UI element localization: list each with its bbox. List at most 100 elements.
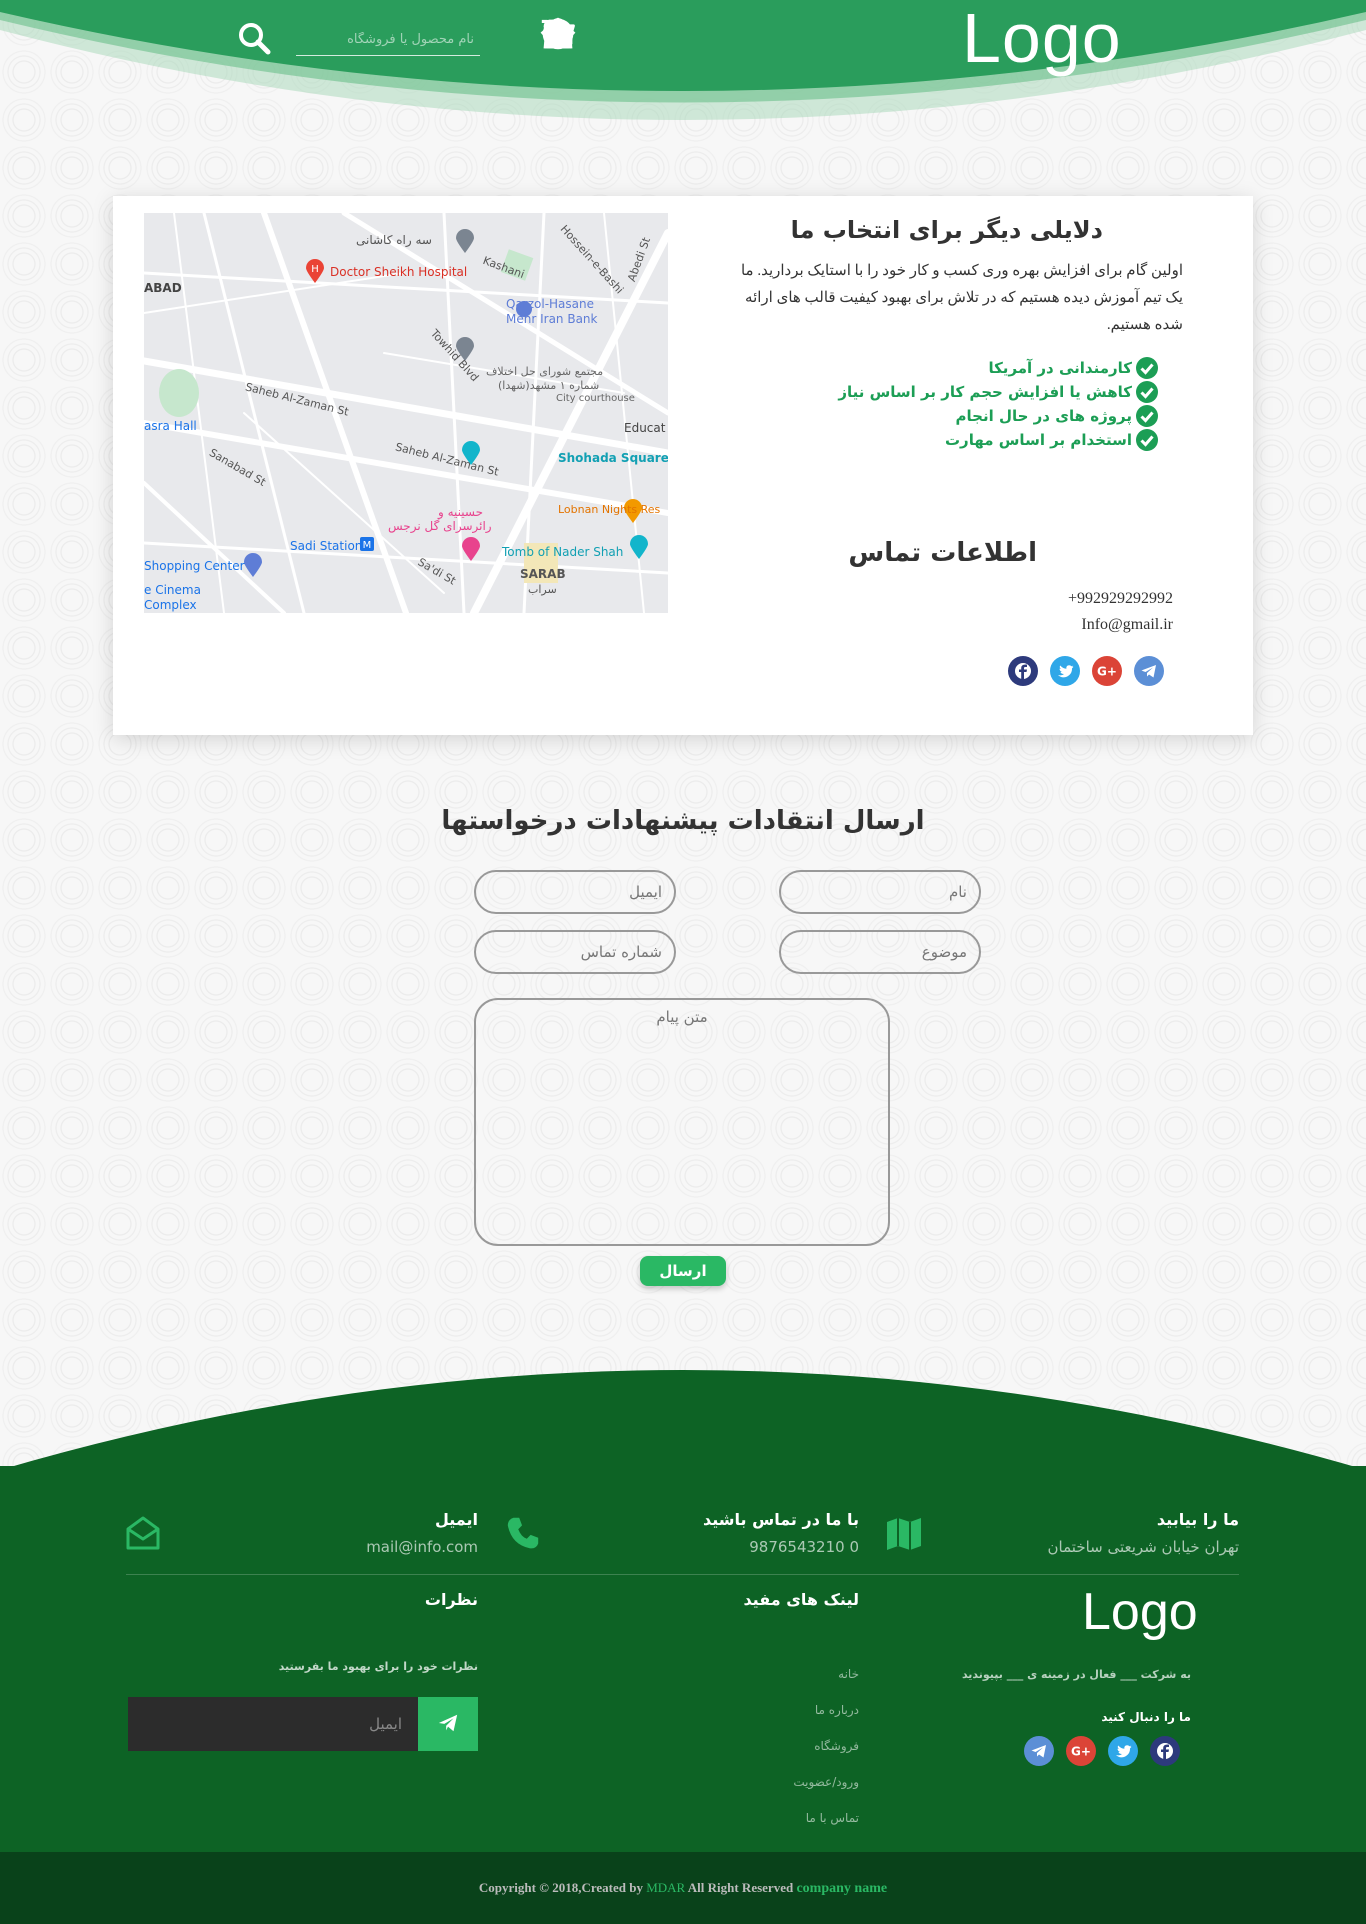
contact-email[interactable]: Info@gmail.ir	[1081, 616, 1173, 634]
address-text: تهران خیابان شریعتی ساختمان	[1047, 1538, 1239, 1556]
why-choose-text: اولین گام برای افزایش بهره وری کسب و کار…	[740, 263, 1183, 333]
hospital-pin-icon[interactable]: H	[306, 259, 324, 283]
paper-plane-icon	[438, 1714, 458, 1731]
sehrah-pin-icon[interactable]	[456, 229, 474, 253]
cart-icon[interactable]	[541, 14, 768, 54]
follow-us-text: ما را دنبال کنید	[1101, 1710, 1191, 1724]
site-logo[interactable]: Logo	[962, 2, 1122, 74]
phone-field[interactable]	[474, 930, 676, 974]
email-field[interactable]	[474, 870, 676, 914]
footer-wave	[0, 1370, 1366, 1470]
about-contact-card: H M Doctor Sheikh Hospital Qarzol-Hasane…	[113, 196, 1253, 735]
search-icon[interactable]	[236, 20, 272, 56]
footer-link-home[interactable]: خانه	[793, 1656, 859, 1692]
google-plus-icon[interactable]: G+	[1066, 1736, 1096, 1766]
phone-icon	[504, 1514, 542, 1552]
map-label: e Cinema	[144, 583, 201, 597]
feature-label: استخدام بر اساس مهارت	[944, 431, 1132, 449]
map-label: Shohada Square	[558, 451, 668, 465]
google-plus-icon[interactable]: G+	[1092, 656, 1122, 686]
copyright-bar: Copyright © 2018,Created by MDAR All Rig…	[0, 1852, 1366, 1924]
map-label: Mehr Iran Bank	[506, 312, 598, 326]
contact-us-title: با ما در تماس باشید	[703, 1510, 859, 1529]
why-choose-title: دلایلی دیگر برای انتخاب ما	[790, 216, 1103, 244]
email-title: ایمیل	[434, 1510, 478, 1529]
footer-phone[interactable]: 0 9876543210	[749, 1538, 859, 1556]
copyright-author[interactable]: MDAR	[646, 1880, 685, 1895]
comments-text: نظرات خود را برای بهبود ما بفرستید	[278, 1660, 478, 1673]
main-nav	[540, 14, 896, 54]
footer-logo[interactable]: Logo	[1082, 1582, 1198, 1642]
map-label: سراب	[528, 583, 557, 596]
list-item: پروژه های در حال انجام	[838, 404, 1158, 428]
contact-info-title: اطلاعات تماس	[848, 538, 1037, 568]
social-links: G+	[1008, 656, 1164, 686]
useful-links: خانه درباره ما فروشگاه ورود/عضویت تماس ب…	[793, 1656, 859, 1836]
map-icon	[885, 1514, 923, 1552]
footer-link-login[interactable]: ورود/عضویت	[793, 1764, 859, 1800]
newsletter-send-button[interactable]	[418, 1697, 478, 1751]
copyright-company[interactable]: company name	[796, 1881, 887, 1896]
about-text: به شرکت ___ فعال در زمینه ی ___ بپیوندید	[961, 1668, 1191, 1681]
facebook-icon[interactable]	[1150, 1736, 1180, 1766]
list-item: کاهش یا افزایش حجم کار بر اساس نیاز	[838, 380, 1158, 404]
shopping-pin-icon[interactable]	[244, 553, 262, 577]
user-icon[interactable]	[544, 14, 832, 54]
message-field[interactable]	[474, 998, 890, 1246]
subject-field[interactable]	[779, 930, 981, 974]
home-icon[interactable]	[540, 14, 896, 54]
footer-link-contact[interactable]: تماس با ما	[793, 1800, 859, 1836]
site-header: Logo	[0, 0, 1366, 170]
map-label: asra Hall	[144, 419, 197, 433]
map-label: City courthouse	[556, 393, 635, 404]
tomb-pin-icon[interactable]	[630, 535, 648, 559]
svg-text:H: H	[311, 264, 319, 275]
twitter-icon[interactable]	[1050, 656, 1080, 686]
feedback-form-title: ارسال انتقادات پیشنهادات درخواستها	[441, 806, 925, 836]
footer-link-about[interactable]: درباره ما	[793, 1692, 859, 1728]
map-label: Qarzol-Hasane	[506, 297, 595, 311]
feature-label: کارمندانی در آمریکا	[988, 359, 1132, 377]
copyright-prefix: Copyright © 2018,Created by	[478, 1880, 643, 1895]
map-label: Educat	[624, 421, 666, 435]
shopping-bag-icon[interactable]	[543, 14, 704, 54]
map-label: Sadi Station	[290, 539, 363, 553]
comments-title: نظرات	[424, 1590, 478, 1609]
list-item: استخدام بر اساس مهارت	[838, 428, 1158, 452]
svg-text:G+: G+	[1097, 665, 1117, 679]
map-label: ABAD	[144, 281, 182, 295]
check-circle-icon	[1136, 381, 1158, 403]
hosseinieh-pin-icon[interactable]	[462, 537, 480, 561]
info-icon[interactable]	[542, 14, 640, 54]
send-button[interactable]: ارسال	[640, 1256, 726, 1286]
feature-list: کارمندانی در آمریکا کاهش یا افزایش حجم ک…	[838, 356, 1158, 452]
contact-phone[interactable]: +992929292992	[1068, 590, 1173, 608]
svg-text:M: M	[363, 540, 372, 551]
newsletter-email-input[interactable]	[128, 1697, 418, 1751]
list-item: کارمندانی در آمریکا	[838, 356, 1158, 380]
telegram-icon[interactable]	[1024, 1736, 1054, 1766]
feature-label: کاهش یا افزایش حجم کار بر اساس نیاز	[838, 383, 1132, 401]
map-label: شماره ۱ مشهد(شهدا)	[498, 379, 600, 392]
location-map[interactable]: H M Doctor Sheikh Hospital Qarzol-Hasane…	[144, 213, 668, 613]
twitter-icon[interactable]	[1108, 1736, 1138, 1766]
find-us-title: ما را بیابید	[1156, 1510, 1239, 1529]
facebook-icon[interactable]	[1008, 656, 1038, 686]
map-label: مجتمع شورای حل اختلاف	[486, 365, 604, 378]
envelope-open-icon	[124, 1514, 162, 1552]
footer-social-links: G+	[1024, 1736, 1180, 1766]
telegram-icon[interactable]	[1134, 656, 1164, 686]
map-label: رائرسرای گل نرجس	[388, 519, 492, 533]
name-field[interactable]	[779, 870, 981, 914]
svg-text:G+: G+	[1071, 1745, 1091, 1759]
map-label: Tomb of Nader Shah	[502, 545, 624, 559]
check-circle-icon	[1136, 429, 1158, 451]
footer-divider	[126, 1574, 1239, 1575]
footer-email[interactable]: mail@info.com	[366, 1538, 478, 1556]
copyright-middle: All Right Reserved	[687, 1880, 794, 1895]
footer-link-shop[interactable]: فروشگاه	[793, 1728, 859, 1764]
map-label: Doctor Sheikh Hospital	[330, 265, 468, 279]
map-label: سه راه کاشانی	[356, 233, 432, 247]
search-input[interactable]	[296, 24, 480, 56]
check-circle-icon	[1136, 357, 1158, 379]
